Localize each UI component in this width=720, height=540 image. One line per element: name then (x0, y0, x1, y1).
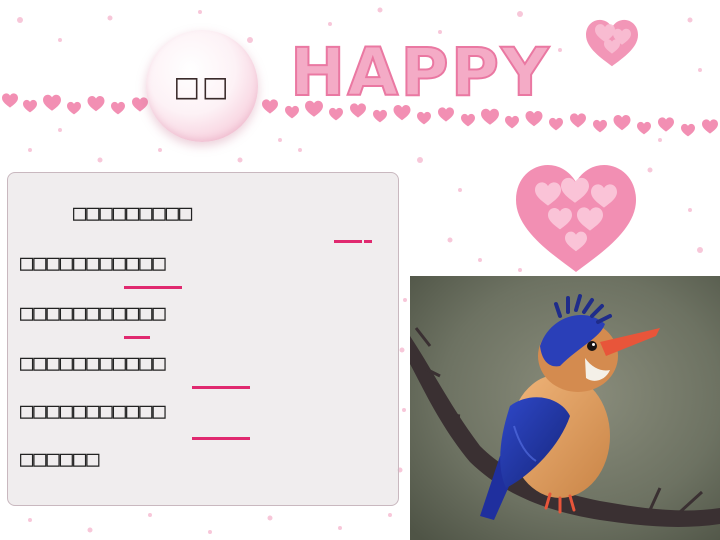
happy-banner-text: HAPPY (290, 34, 551, 111)
passage-line-4: □□□□□□□□□□□ (20, 351, 166, 376)
large-heart-right (516, 164, 636, 272)
kingfisher-photo (410, 276, 720, 540)
passage-line-6: □□□□□□ (20, 447, 100, 472)
passage-line-2: □□□□□□□□□□□ (20, 251, 166, 276)
passage-line-1: □□□□□□□□□ (20, 201, 193, 226)
emphasis-underline (364, 240, 372, 243)
heart-ribbon (1, 93, 718, 137)
emphasis-underline (192, 386, 250, 389)
emphasis-underline (124, 286, 182, 289)
small-heart-top-right (586, 19, 638, 67)
emphasis-underline (124, 336, 150, 339)
passage-line-5: □□□□□□□□□□□ (20, 399, 166, 424)
passage-line-3: □□□□□□□□□□□ (20, 301, 166, 326)
emphasis-underline (192, 437, 250, 440)
passage-panel: □□□□□□□□□ □□□□□□□□□□□ □□□□□□□□□□□ □□□□□□… (7, 172, 399, 506)
emphasis-underline (334, 240, 362, 243)
title-badge: □□ (146, 30, 258, 142)
slide: HAPPY □□ □□□□□□□□□ □□□□□□□□□□□ □□□□□□□□□… (0, 0, 720, 540)
badge-label: □□ (173, 69, 231, 103)
